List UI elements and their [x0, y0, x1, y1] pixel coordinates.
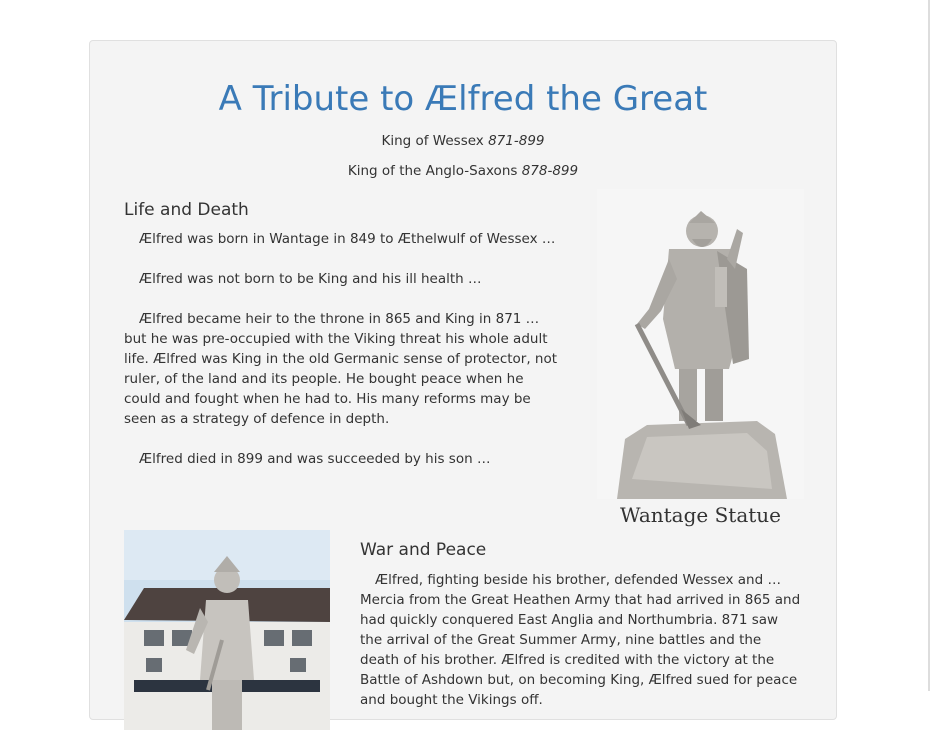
- wantage-statue-caption: Wantage Statue: [620, 503, 781, 527]
- subtitle-anglo-saxons: King of the Anglo-Saxons 878-899: [90, 162, 836, 180]
- life-heading: Life and Death: [124, 200, 249, 220]
- subtitle-wessex-years: 871-899: [488, 133, 545, 149]
- subtitle-wessex-label: King of Wessex: [381, 133, 484, 149]
- town-statue-image: [124, 530, 330, 730]
- war-paragraph-1-rest: Mercia from the Great Heathen Army that …: [360, 592, 801, 708]
- page-title: A Tribute to Ælfred the Great: [218, 79, 708, 119]
- statue-icon: [597, 189, 804, 499]
- subtitle-wessex: King of Wessex 871-899: [90, 132, 836, 150]
- war-paragraph-1: Ælfred, fighting beside his brother, def…: [360, 570, 802, 710]
- war-heading: War and Peace: [360, 540, 487, 560]
- life-paragraph-2: Ælfred was not born to be King and his i…: [139, 271, 482, 287]
- wantage-statue-image: [597, 189, 804, 499]
- life-paragraph-3-rest: but he was pre-occupied with the Viking …: [124, 331, 558, 427]
- content-card: A Tribute to Ælfred the Great King of We…: [89, 40, 837, 730]
- life-paragraph-3: Ælfred became heir to the throne in 865 …: [124, 309, 564, 429]
- life-paragraph-1: Ælfred was born in Wantage in 849 to Æth…: [139, 231, 556, 247]
- life-paragraph-3-first: Ælfred became heir to the throne in 865 …: [139, 311, 540, 327]
- subtitle-anglo-saxons-years: 878-899: [521, 163, 579, 179]
- war-paragraph-1-first: Ælfred, fighting beside his brother, def…: [375, 572, 781, 588]
- subtitle-anglo-saxons-label: King of the Anglo-Saxons: [347, 163, 518, 179]
- town-statue-photo-icon: [124, 530, 330, 730]
- life-paragraph-4: Ælfred died in 899 and was succeeded by …: [139, 451, 491, 467]
